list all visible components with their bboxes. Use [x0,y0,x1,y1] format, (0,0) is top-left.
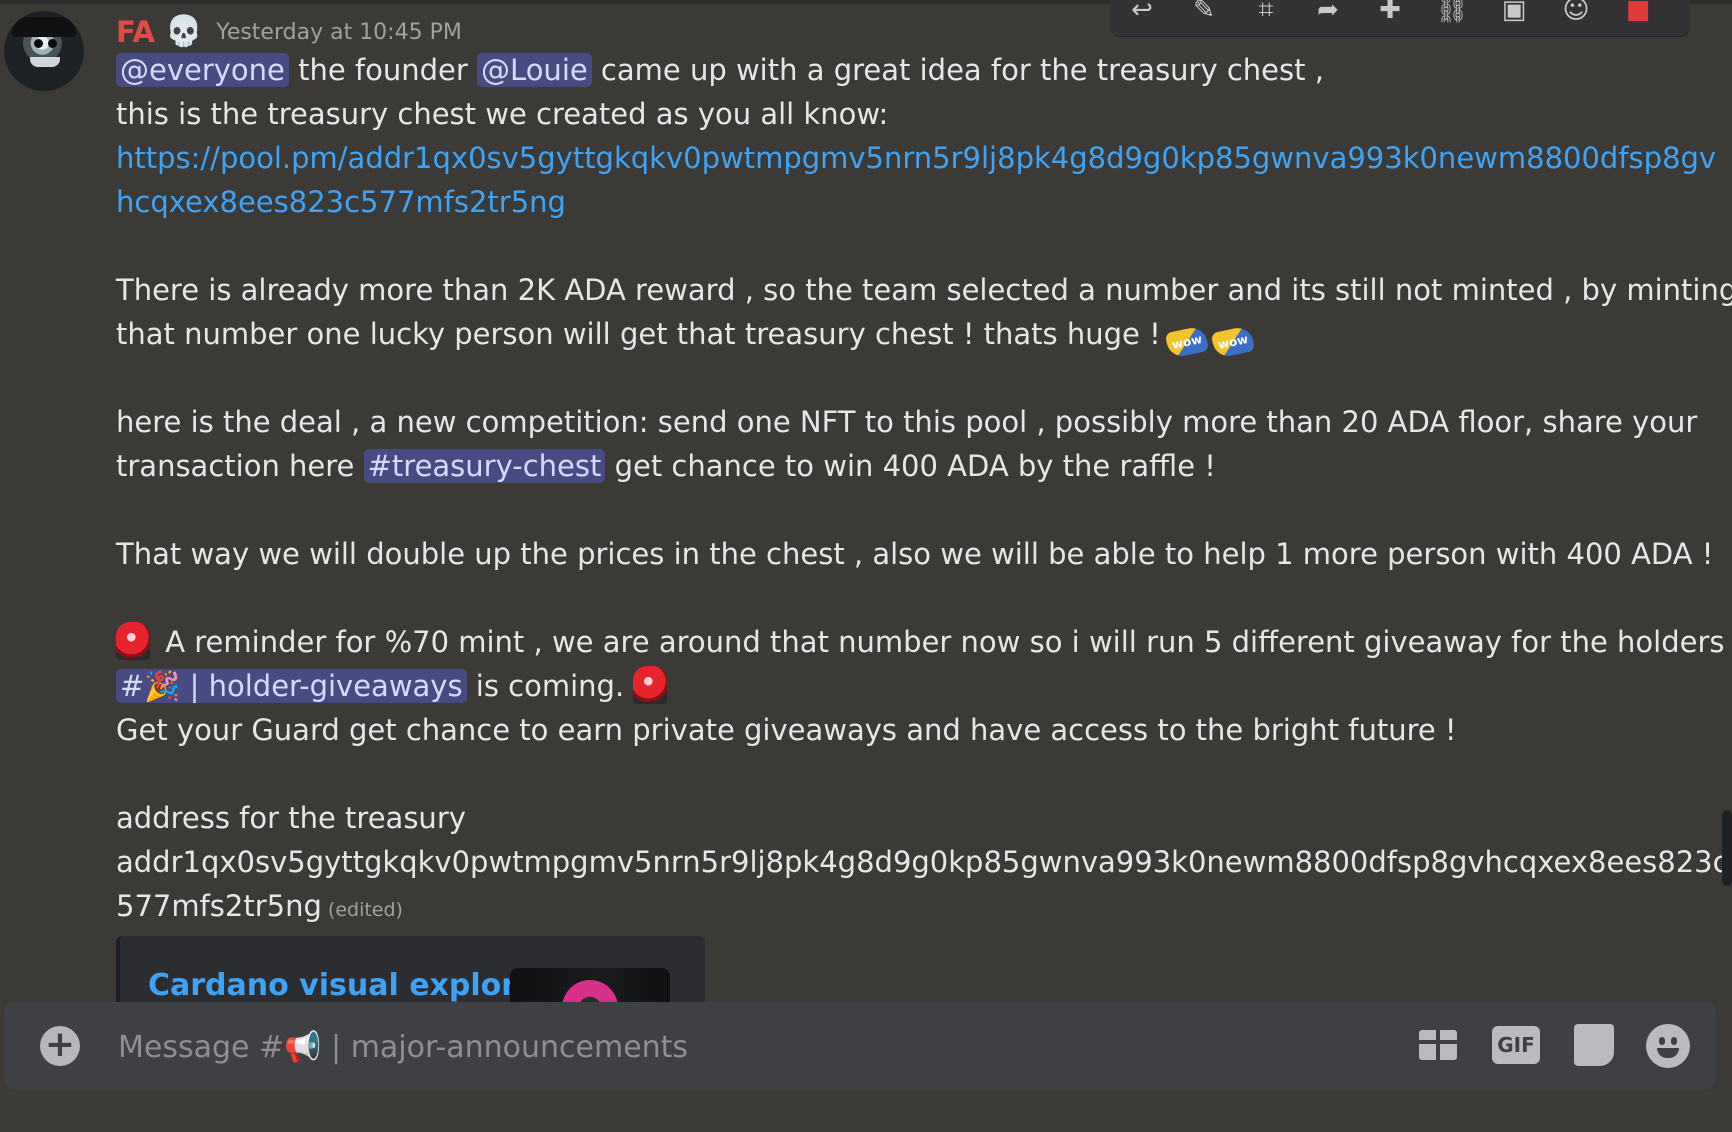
message-text: get chance to win 400 ADA by the raffle … [605,449,1216,483]
avatar-eye [34,39,43,48]
pin-icon[interactable]: ✚ [1370,0,1410,26]
embed-title[interactable]: Cardano visual explorer [148,968,551,1003]
scrollbar[interactable] [1722,810,1732,886]
message-input[interactable] [116,1022,1360,1072]
message-text: transaction here [116,449,364,483]
copy-link-icon[interactable]: ⛓ [1432,0,1472,26]
message-composer: + GIF [4,1002,1716,1090]
app-icon[interactable]: ▣ [1494,0,1534,26]
message-line: That way we will double up the prices in… [116,537,1714,571]
chat-view: FA 💀 Yesterday at 10:45 PM ↩ ✎ ⌗ ➦ ✚ ⛓ ▣… [0,0,1732,1132]
emoji-mouth [1657,1048,1679,1058]
message-line: A reminder for %70 mint , we are around … [116,620,1732,664]
message-content: @everyone the founder @Louie came up wit… [116,48,1732,932]
forward-icon[interactable]: ➦ [1308,0,1348,26]
message-line: @everyone the founder @Louie came up wit… [116,48,1616,92]
pool-link[interactable]: hcqxex8ees823c577mfs2tr5ng [116,185,566,219]
timestamp[interactable]: Yesterday at 10:45 PM [216,20,462,45]
thread-icon[interactable]: ⌗ [1246,0,1286,26]
message-text: came up with a great idea for the treasu… [591,53,1324,87]
gif-button[interactable]: GIF [1492,1026,1540,1064]
message-line: #🎉 | holder-giveaways is coming. [116,664,1616,708]
message-toolbar: ↩ ✎ ⌗ ➦ ✚ ⛓ ▣ ☺ ■ [1110,0,1690,36]
message-text: is coming. [466,669,634,703]
message-text: that number one lucky person will get th… [116,317,1161,351]
wow-emoji: wow [1164,325,1210,359]
message-line: this is the treasury chest we created as… [116,97,889,131]
delete-icon[interactable]: ■ [1618,0,1658,26]
channel-mention-giveaways[interactable]: #🎉 | holder-giveaways [116,669,467,703]
edited-label: (edited) [327,899,403,921]
avatar[interactable] [4,11,84,91]
message-line: here is the deal , a new competition: se… [116,405,1698,439]
siren-icon [633,666,668,704]
message-text: the founder [288,53,478,87]
avatar-eye [48,39,57,48]
reaction-icon[interactable]: ☺ [1556,0,1596,26]
address-line: 577mfs2tr5ng (edited) [116,884,1616,932]
message-line: that number one lucky person will get th… [116,312,1616,359]
reply-icon[interactable]: ↩ [1122,0,1162,26]
mention-everyone[interactable]: @everyone [116,53,289,87]
pool-link-line: hcqxex8ees823c577mfs2tr5ng [116,180,1616,224]
mention-user[interactable]: @Louie [477,53,592,87]
message-text: 577mfs2tr5ng [116,889,322,923]
bottom-strip [0,1100,1732,1132]
edit-icon[interactable]: ✎ [1184,0,1224,26]
message-text: A reminder for %70 mint , we are around … [156,625,1732,659]
channel-mention-treasury[interactable]: #treasury-chest [363,449,606,483]
pool-link-line: https://pool.pm/addr1qx0sv5gyttgkqkv0pwt… [116,136,1716,180]
avatar-hair [12,17,76,37]
pool-link[interactable]: https://pool.pm/addr1qx0sv5gyttgkqkv0pwt… [116,141,1716,175]
username[interactable]: FA [116,15,155,49]
address-line: addr1qx0sv5gyttgkqkv0pwtmpgmv5nrn5r9lj8p… [116,845,1729,879]
siren-icon [116,622,150,660]
message-line: address for the treasury [116,801,466,835]
message-line: There is already more than 2K ADA reward… [116,273,1732,307]
wow-emoji: wow [1210,325,1256,359]
sticker-icon[interactable] [1574,1024,1614,1066]
avatar-jaw [30,57,60,67]
upload-button[interactable]: + [40,1026,80,1066]
message-line: Get your Guard get chance to earn privat… [116,713,1457,747]
skull-icon: 💀 [164,14,203,49]
message-line: transaction here #treasury-chest get cha… [116,444,1616,488]
emoji-icon[interactable] [1646,1024,1690,1068]
gift-icon[interactable] [1417,1028,1459,1062]
